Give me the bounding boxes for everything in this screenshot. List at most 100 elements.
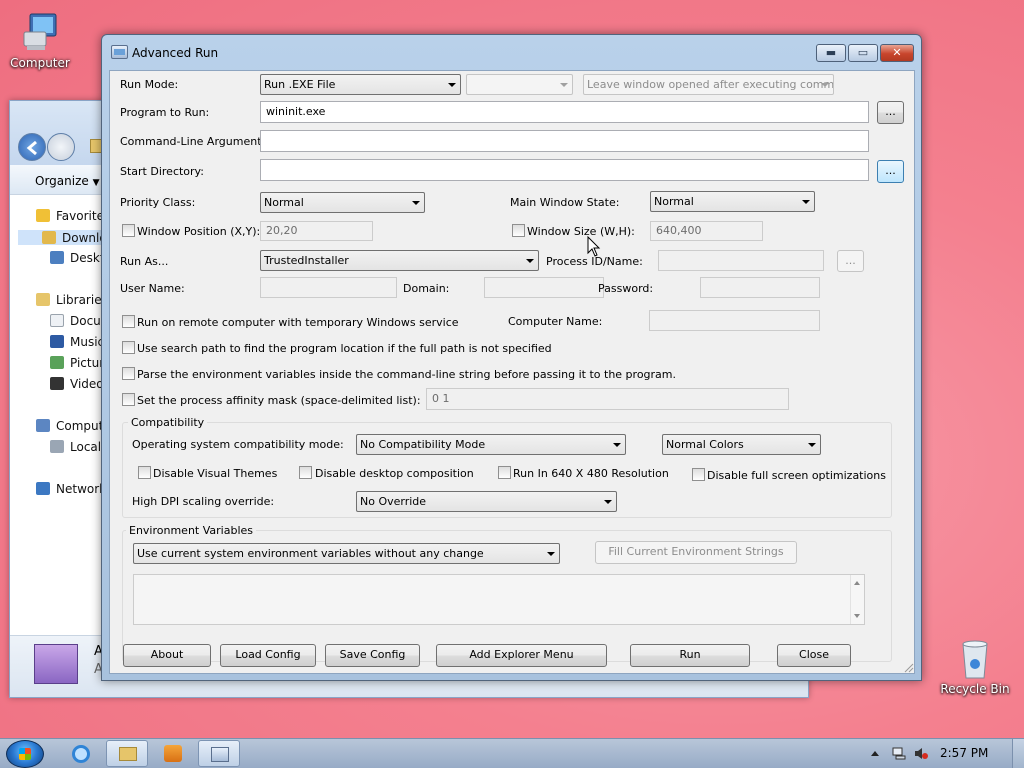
run-mode-secondary-select[interactable] xyxy=(466,74,573,95)
priority-select[interactable]: Normal xyxy=(260,192,425,213)
nav-favorites[interactable]: Favorites xyxy=(36,209,110,223)
env-scrollbar[interactable] xyxy=(850,575,864,624)
main-window-state-select[interactable]: Normal xyxy=(650,191,815,212)
videos-icon xyxy=(50,377,64,390)
disable-composition-checkbox[interactable] xyxy=(299,466,312,479)
star-icon xyxy=(36,209,50,222)
fill-env-button[interactable]: Fill Current Environment Strings xyxy=(595,541,797,564)
chevron-down-icon xyxy=(802,200,810,204)
scroll-up-icon[interactable] xyxy=(854,581,860,585)
run-as-select[interactable]: TrustedInstaller xyxy=(260,250,539,271)
desktop-icon-computer[interactable]: Computer xyxy=(0,10,80,70)
program-input[interactable]: wininit.exe xyxy=(260,101,869,123)
clock[interactable]: 2:57 PM xyxy=(940,746,988,760)
dpi-select[interactable]: No Override xyxy=(356,491,617,512)
program-browse-button[interactable]: ... xyxy=(877,101,904,124)
window-position-input[interactable]: 20,20 xyxy=(260,221,373,241)
domain-label: Domain: xyxy=(403,282,450,295)
resize-grip-icon[interactable] xyxy=(902,661,914,673)
libraries-icon xyxy=(36,293,50,306)
run-mode-select[interactable]: Run .EXE File xyxy=(260,74,461,95)
program-label: Program to Run: xyxy=(120,106,210,119)
taskbar-advanced-run[interactable] xyxy=(198,740,240,767)
taskbar-media-player[interactable] xyxy=(152,740,194,767)
scroll-down-icon[interactable] xyxy=(854,614,860,618)
nav-downloads[interactable]: Downlo xyxy=(18,230,108,245)
close-button[interactable]: Close xyxy=(777,644,851,667)
downloads-folder-icon xyxy=(42,231,56,244)
domain-input[interactable] xyxy=(484,277,604,298)
affinity-checkbox[interactable] xyxy=(122,393,135,406)
startdir-input[interactable] xyxy=(260,159,869,181)
desktop-icon xyxy=(50,251,64,264)
process-id-browse-button[interactable]: ... xyxy=(837,250,864,272)
chevron-down-icon xyxy=(448,83,456,87)
maximize-button[interactable]: ▭ xyxy=(848,44,878,62)
computer-name-input[interactable] xyxy=(649,310,820,331)
minimize-button[interactable]: ▬ xyxy=(816,44,846,62)
disable-fullscreen-label: Disable full screen optimizations xyxy=(707,469,886,482)
search-path-checkbox[interactable] xyxy=(122,341,135,354)
nav-computer[interactable]: Comput xyxy=(36,419,103,433)
nav-network[interactable]: Network xyxy=(36,482,106,496)
cmdline-label: Command-Line Arguments: xyxy=(120,135,271,148)
about-button[interactable]: About xyxy=(123,644,211,667)
disable-themes-checkbox[interactable] xyxy=(138,466,151,479)
taskbar-explorer[interactable] xyxy=(106,740,148,767)
load-config-button[interactable]: Load Config xyxy=(220,644,316,667)
taskbar-internet-explorer[interactable] xyxy=(60,740,102,767)
run-as-label: Run As... xyxy=(120,255,169,268)
network-icon xyxy=(36,482,50,495)
window-title: Advanced Run xyxy=(132,46,219,60)
env-strings-textarea[interactable] xyxy=(133,574,865,625)
dpi-label: High DPI scaling override: xyxy=(132,495,275,508)
parse-env-checkbox[interactable] xyxy=(122,367,135,380)
run-button[interactable]: Run xyxy=(630,644,750,667)
user-name-input[interactable] xyxy=(260,277,397,298)
volume-muted-icon[interactable] xyxy=(914,747,928,760)
organize-menu[interactable]: Organize ▼ xyxy=(35,174,100,188)
startdir-label: Start Directory: xyxy=(120,165,204,178)
close-window-button[interactable]: ✕ xyxy=(880,44,914,62)
compatibility-group-title: Compatibility xyxy=(128,416,208,429)
save-config-button[interactable]: Save Config xyxy=(325,644,420,667)
remote-checkbox[interactable] xyxy=(122,315,135,328)
window-size-checkbox[interactable] xyxy=(512,224,525,237)
startdir-browse-button[interactable]: ... xyxy=(877,160,904,183)
window-size-input[interactable]: 640,400 xyxy=(650,221,763,241)
pictures-icon xyxy=(50,356,64,369)
os-compat-select[interactable]: No Compatibility Mode xyxy=(356,434,626,455)
start-button[interactable] xyxy=(6,740,44,768)
affinity-input[interactable]: 0 1 xyxy=(426,388,789,410)
process-id-input[interactable] xyxy=(658,250,824,271)
nav-libraries[interactable]: Libraries xyxy=(36,293,108,307)
add-explorer-menu-button[interactable]: Add Explorer Menu xyxy=(436,644,607,667)
cmdline-input[interactable] xyxy=(260,130,869,152)
back-button[interactable] xyxy=(18,133,46,161)
priority-label: Priority Class: xyxy=(120,196,196,209)
title-bar[interactable]: Advanced Run ▬ ▭ ✕ xyxy=(102,35,921,65)
network-tray-icon[interactable] xyxy=(892,747,906,760)
password-input[interactable] xyxy=(700,277,820,298)
advanced-run-window: Advanced Run ▬ ▭ ✕ Run Mode: Run .EXE Fi… xyxy=(101,34,922,681)
desktop-icon-recycle-bin[interactable]: Recycle Bin xyxy=(935,636,1015,696)
colors-select[interactable]: Normal Colors xyxy=(662,434,821,455)
disable-themes-label: Disable Visual Themes xyxy=(153,467,278,480)
forward-button[interactable] xyxy=(47,133,75,161)
show-hidden-icons-icon[interactable] xyxy=(868,747,882,760)
env-mode-select[interactable]: Use current system environment variables… xyxy=(133,543,560,564)
run-mode-label: Run Mode: xyxy=(120,78,179,91)
window-position-checkbox[interactable] xyxy=(122,224,135,237)
nav-music[interactable]: Music xyxy=(50,335,104,349)
disk-icon xyxy=(50,440,64,453)
music-icon xyxy=(50,335,64,348)
disable-fullscreen-checkbox[interactable] xyxy=(692,468,705,481)
os-compat-label: Operating system compatibility mode: xyxy=(132,438,344,451)
organize-label: Organize xyxy=(35,174,89,188)
run-640-checkbox[interactable] xyxy=(498,466,511,479)
show-desktop-button[interactable] xyxy=(1012,739,1024,768)
remote-label: Run on remote computer with temporary Wi… xyxy=(137,316,459,329)
documents-icon xyxy=(50,314,64,327)
disable-composition-label: Disable desktop composition xyxy=(315,467,474,480)
window-option-select[interactable]: Leave window opened after executing comm… xyxy=(583,74,834,95)
